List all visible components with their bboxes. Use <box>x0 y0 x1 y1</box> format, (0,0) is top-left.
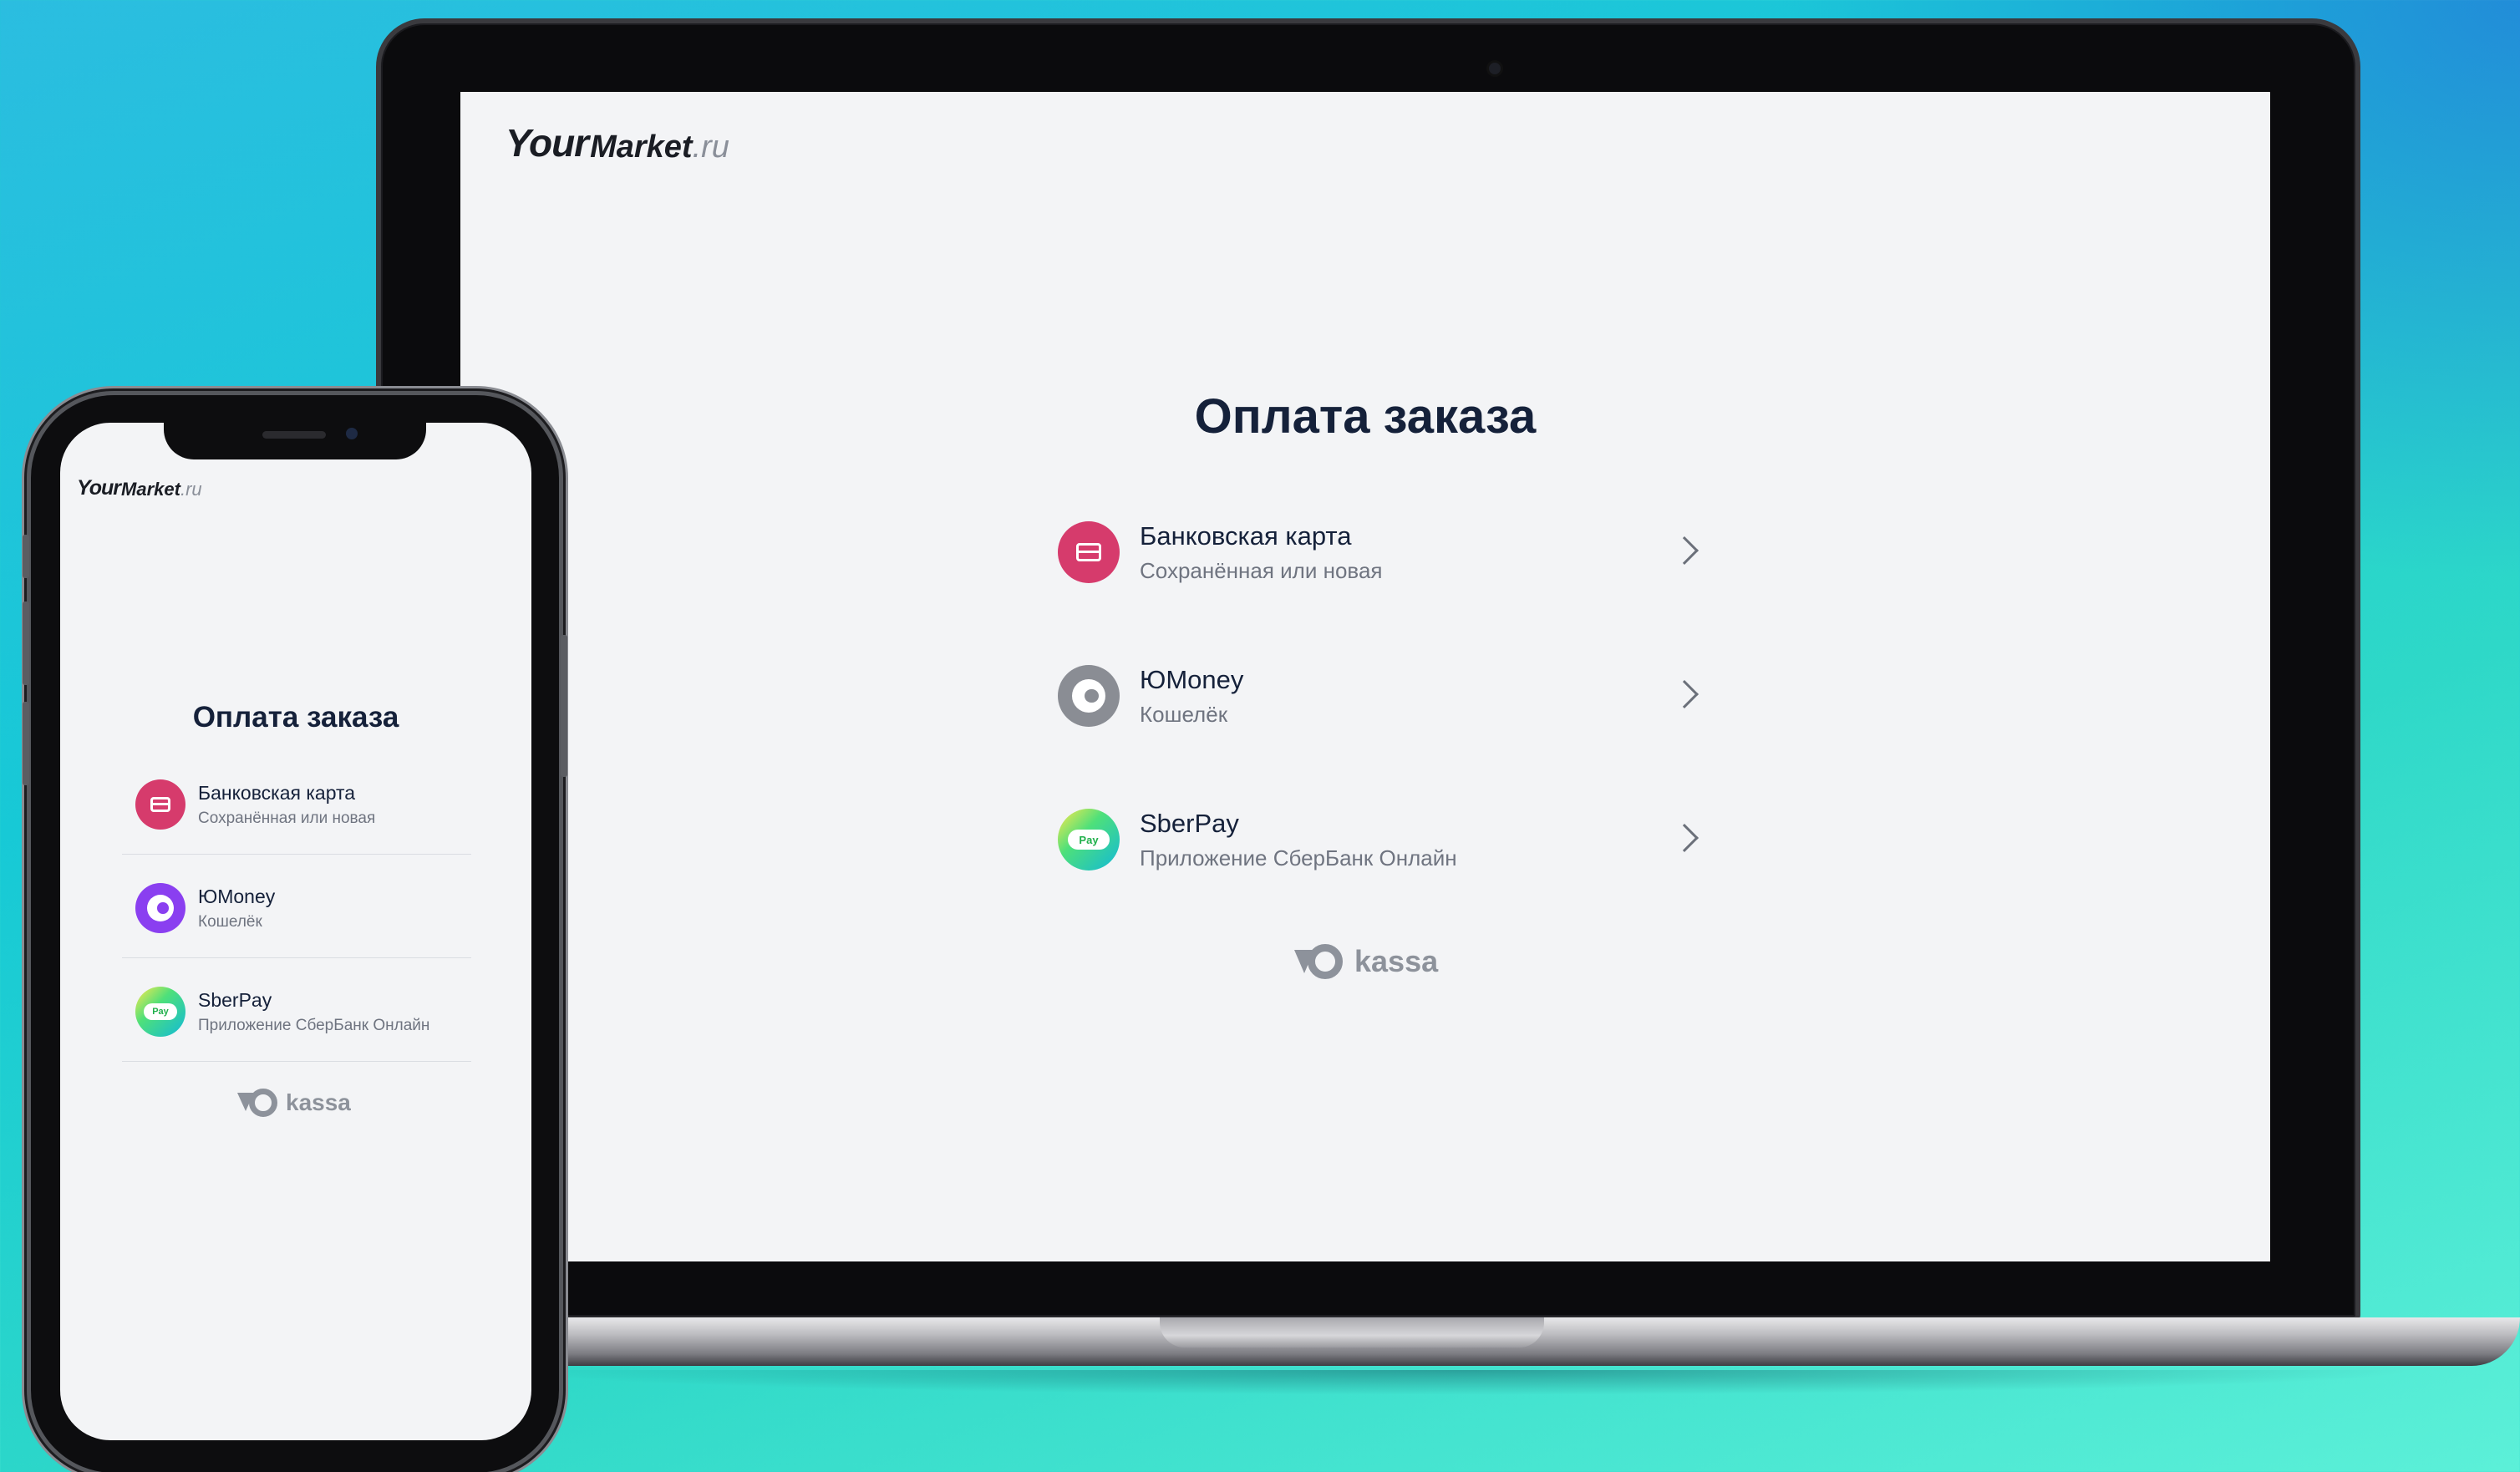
yookassa-mark-icon <box>237 1089 279 1117</box>
method-subtitle: Кошелёк <box>198 912 262 931</box>
yookassa-logo: kassa <box>1294 944 1438 979</box>
laptop-camera <box>1489 63 1501 74</box>
phone-speaker <box>262 431 326 439</box>
sberpay-icon: Pay <box>135 987 185 1037</box>
yookassa-mark-icon <box>1294 944 1344 979</box>
yoomoney-glyph-hole <box>1085 688 1099 703</box>
phone-power-button <box>561 635 567 777</box>
logo-your: Your <box>77 476 121 500</box>
phone-notch <box>164 423 426 459</box>
chevron-right-icon <box>1670 680 1699 708</box>
chevron-right-icon <box>1670 824 1699 852</box>
payment-method-bank-card[interactable]: Банковская карта Сохранённая или новая <box>135 775 470 834</box>
sberpay-icon: Pay <box>1058 809 1120 871</box>
mobile-checkout-screen: Your Market .ru Оплата заказа Банковская… <box>60 423 531 1440</box>
method-subtitle: Сохранённая или новая <box>1140 557 1383 583</box>
yourmarket-logo[interactable]: Your Market .ru <box>506 120 729 165</box>
logo-market: Market <box>590 129 693 165</box>
phone-front-camera <box>346 428 358 439</box>
laptop-trackpad-notch <box>1160 1317 1544 1348</box>
payment-method-bank-card[interactable]: Банковская карта Сохранённая или новая <box>1058 514 1701 591</box>
logo-ru: .ru <box>180 479 202 500</box>
method-name: Банковская карта <box>1140 520 1352 551</box>
method-subtitle: Кошелёк <box>1140 701 1228 727</box>
payment-method-sberpay[interactable]: Pay SberPay Приложение СберБанк Онлайн <box>1058 801 1701 878</box>
method-name: ЮMoney <box>198 885 276 907</box>
phone-volume-down <box>23 702 29 785</box>
method-subtitle: Приложение СберБанк Онлайн <box>198 1016 430 1034</box>
method-name: Банковская карта <box>198 781 356 804</box>
logo-your: Your <box>506 121 589 165</box>
method-divider <box>122 957 471 958</box>
yourmarket-logo[interactable]: Your Market .ru <box>77 476 202 500</box>
desktop-checkout-screen: Your Market .ru Оплата заказа Банковская… <box>460 92 2270 1261</box>
page-title: Оплата заказа <box>192 701 399 733</box>
phone-side-button <box>23 535 29 578</box>
method-divider <box>122 854 471 855</box>
payment-method-yoomoney[interactable]: ЮMoney Кошелёк <box>1058 657 1701 734</box>
page-title: Оплата заказа <box>1194 389 1537 444</box>
method-name: ЮMoney <box>1140 664 1244 694</box>
yoomoney-icon <box>135 883 185 933</box>
kassa-label: kassa <box>1354 944 1439 978</box>
method-subtitle: Сохранённая или новая <box>198 809 376 827</box>
method-name: SberPay <box>198 988 272 1011</box>
yookassa-logo: kassa <box>237 1089 351 1117</box>
kassa-label: kassa <box>286 1089 351 1115</box>
bank-card-icon <box>1058 521 1120 583</box>
method-divider <box>122 1061 471 1062</box>
logo-ru: .ru <box>692 129 729 165</box>
method-name: SberPay <box>1140 808 1239 838</box>
bank-card-icon <box>135 779 185 830</box>
method-subtitle: Приложение СберБанк Онлайн <box>1140 845 1457 871</box>
logo-market: Market <box>121 479 180 500</box>
chevron-right-icon <box>1670 536 1699 565</box>
laptop-shadow <box>501 1370 2423 1395</box>
payment-method-sberpay[interactable]: Pay SberPay Приложение СберБанк Онлайн <box>135 982 486 1041</box>
sberpay-badge: Pay <box>144 1003 177 1020</box>
yoomoney-glyph-hole <box>157 902 169 914</box>
payment-method-yoomoney[interactable]: ЮMoney Кошелёк <box>135 879 470 937</box>
yoomoney-icon <box>1058 665 1120 727</box>
sberpay-badge: Pay <box>1068 830 1110 850</box>
phone-volume-up <box>23 601 29 685</box>
